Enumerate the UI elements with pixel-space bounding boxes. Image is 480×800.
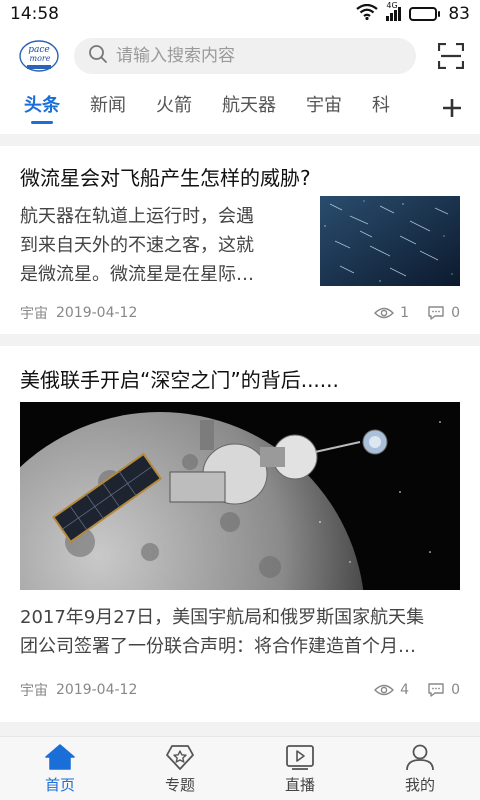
view-count-value: 1	[400, 305, 410, 321]
bottom-navigation: 首页 专题 直播 我的	[0, 736, 480, 800]
summary-line: 2017年9月27日，美国宇航局和俄罗斯国家航天集	[20, 607, 425, 628]
eye-icon	[374, 307, 395, 319]
comment-count-value: 0	[451, 305, 460, 321]
app-logo[interactable]: pace more	[18, 38, 60, 74]
app-header: pace more	[0, 28, 480, 84]
comment-icon	[428, 683, 444, 697]
wifi-icon	[356, 3, 379, 25]
status-icons: 4G 83	[356, 1, 470, 25]
article-summary: 2017年9月27日，美国宇航局和俄罗斯国家航天集 团公司签署了一份联合声明：将…	[20, 603, 466, 661]
search-input[interactable]	[116, 46, 396, 66]
search-bar[interactable]	[74, 38, 416, 74]
eye-icon	[374, 684, 395, 696]
search-icon	[88, 44, 108, 68]
space-more-logo-icon: pace more	[19, 40, 59, 72]
summary-line: 到来自天外的不速之客，这就	[20, 235, 254, 256]
article-source: 宇宙	[20, 683, 48, 699]
svg-text:more: more	[30, 54, 51, 63]
tab-strip: 头条 新闻 火箭 航天器 宇宙科	[0, 84, 436, 132]
status-time: 14:58	[10, 4, 59, 24]
tab-item[interactable]: 新闻	[90, 84, 126, 132]
meteor-shower-image[interactable]	[320, 196, 460, 286]
summary-line: 是微流星。微流星是在星际…	[20, 264, 254, 285]
tab-item[interactable]: 科	[372, 84, 390, 132]
battery-percent: 83	[448, 4, 470, 24]
home-icon	[43, 742, 77, 772]
category-tabs: 头条 新闻 火箭 航天器 宇宙科	[0, 84, 480, 132]
view-count: 4	[374, 682, 409, 698]
nav-home-label: 首页	[44, 776, 75, 794]
nav-profile-label: 我的	[404, 776, 435, 794]
nav-live[interactable]: 直播	[240, 737, 360, 800]
user-icon	[403, 742, 437, 772]
scan-icon[interactable]	[436, 41, 466, 71]
nav-topics[interactable]: 专题	[120, 737, 240, 800]
comment-icon	[428, 306, 444, 320]
article-date: 2019-04-12	[56, 305, 138, 321]
live-play-icon	[283, 742, 317, 772]
view-count-value: 4	[400, 682, 410, 698]
add-channel-button[interactable]	[438, 94, 466, 122]
article-date: 2019-04-12	[56, 682, 138, 698]
view-count: 1	[374, 305, 409, 321]
section-divider	[0, 134, 480, 146]
summary-line: 团公司签署了一份联合声明：将合作建造首个月…	[20, 636, 416, 657]
nav-live-label: 直播	[284, 776, 315, 794]
article-meta: 宇宙 2019-04-12 4 0	[20, 680, 460, 700]
tab-item[interactable]: 航天器	[222, 84, 276, 132]
space-station-moon-image[interactable]	[20, 402, 460, 590]
cellular-signal-icon: 4G	[386, 1, 402, 21]
comment-count: 0	[427, 682, 460, 698]
summary-line: 航天器在轨道上运行时，会遇	[20, 206, 254, 227]
tab-item[interactable]: 头条	[24, 84, 60, 132]
comment-count-value: 0	[451, 682, 460, 698]
article-card[interactable]: 微流星会对飞船产生怎样的威胁? 航天器在轨道上运行时，会遇 到来自天外的不速之客…	[0, 146, 480, 334]
article-source: 宇宙	[20, 306, 48, 322]
topic-badge-icon	[163, 742, 197, 772]
nav-topics-label: 专题	[164, 776, 195, 794]
plus-icon	[443, 99, 461, 117]
tab-item[interactable]: 火箭	[156, 84, 192, 132]
status-bar: 14:58 4G 83	[0, 0, 480, 28]
comment-count: 0	[427, 305, 460, 321]
nav-profile[interactable]: 我的	[360, 737, 480, 800]
article-summary: 航天器在轨道上运行时，会遇 到来自天外的不速之客，这就 是微流星。微流星是在星际…	[20, 202, 310, 289]
section-divider	[0, 334, 480, 346]
tab-item[interactable]: 宇宙	[306, 84, 342, 132]
network-type-label: 4G	[386, 1, 398, 10]
article-title[interactable]: 美俄联手开启“深空之门”的背后......	[20, 364, 339, 393]
article-title[interactable]: 微流星会对飞船产生怎样的威胁?	[20, 162, 311, 191]
article-meta: 宇宙 2019-04-12 1 0	[20, 303, 460, 323]
article-card[interactable]: 美俄联手开启“深空之门”的背后...... 2017年9月27日，美国宇航局和俄…	[0, 346, 480, 722]
battery-icon	[409, 7, 441, 21]
section-divider	[0, 722, 480, 736]
nav-home[interactable]: 首页	[0, 737, 120, 800]
